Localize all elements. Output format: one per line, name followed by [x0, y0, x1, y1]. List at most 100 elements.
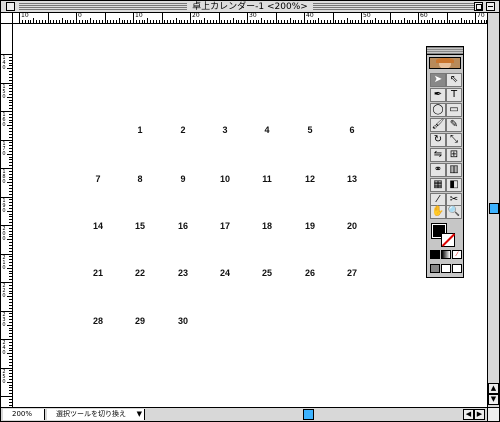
ruler-label: 1 6 0 [2, 112, 6, 128]
scroll-left-arrow-icon[interactable]: ◀ [463, 409, 474, 420]
calendar-day[interactable]: 10 [213, 174, 237, 184]
type-tool-icon[interactable]: T [446, 88, 462, 102]
full-screen-mode-icon[interactable] [452, 264, 462, 273]
ruler-minor-tick [7, 210, 12, 212]
ruler-minor-tick [7, 153, 12, 155]
calendar-day[interactable]: 14 [86, 221, 110, 231]
calendar-day[interactable]: 6 [340, 125, 364, 135]
calendar-day[interactable]: 12 [298, 174, 322, 184]
calendar-day[interactable]: 8 [128, 174, 152, 184]
vertical-scrollbar[interactable]: ▲ ▼ [487, 13, 499, 407]
horizontal-scrollbar[interactable]: 200% 選択ツールを切り換え ▼ ◀ ▶ [1, 407, 487, 421]
ruler-minor-tick [9, 102, 12, 104]
ruler-minor-tick [187, 20, 189, 23]
hand-tool-icon[interactable]: ✋ [430, 205, 446, 219]
venus-logo-icon[interactable] [429, 57, 461, 69]
zoom-tool-icon[interactable]: 🔍 [446, 205, 462, 219]
free-transform-tool-icon[interactable]: ⊞ [446, 148, 462, 162]
full-screen-menu-mode-icon[interactable] [441, 264, 451, 273]
calendar-day[interactable]: 2 [171, 125, 195, 135]
horizontal-scroll-thumb[interactable] [303, 409, 314, 420]
ruler-minor-tick [241, 20, 243, 23]
calendar-day[interactable]: 11 [255, 174, 279, 184]
ruler-minor-tick [315, 20, 317, 23]
calendar-day[interactable]: 3 [213, 125, 237, 135]
brush-tool-icon[interactable]: 🖌 [430, 118, 446, 132]
ruler-minor-tick [9, 187, 12, 189]
title-bar[interactable]: 卓上カレンダー-1 <200%> [1, 1, 499, 13]
collapse-box-icon[interactable] [486, 2, 495, 11]
calendar-day[interactable]: 24 [213, 268, 237, 278]
calendar-day[interactable]: 19 [298, 221, 322, 231]
ruler-minor-tick [295, 20, 297, 23]
graph-tool-icon[interactable]: ▥ [446, 163, 462, 177]
calendar-artboard[interactable]: 1 2 3 4 5 6 7 8 9 10 11 12 13 14 15 16 17 18 19 20 21 22 23 24 2… [14, 25, 487, 407]
tool-palette-title-bar[interactable] [427, 47, 463, 55]
calendar-day[interactable]: 25 [255, 268, 279, 278]
ruler-minor-tick [457, 20, 459, 23]
calendar-day[interactable]: 13 [340, 174, 364, 184]
selection-tool-icon[interactable]: ➤ [430, 73, 446, 87]
calendar-day[interactable]: 26 [298, 268, 322, 278]
calendar-day[interactable]: 16 [171, 221, 195, 231]
pen-tool-icon[interactable]: ✒ [430, 88, 446, 102]
zoom-level-field[interactable]: 200% [3, 409, 45, 420]
ruler-label: 20 [192, 13, 200, 19]
scroll-right-arrow-icon[interactable]: ▶ [474, 409, 485, 420]
blend-tool-icon[interactable]: ⚭ [430, 163, 446, 177]
vertical-ruler[interactable]: 1 4 0 1 5 0 1 6 0 1 7 0 1 8 0 1 9 0 2 0 0 2 1 0… [1, 24, 13, 407]
calendar-day[interactable]: 23 [171, 268, 195, 278]
calendar-day[interactable]: 15 [128, 221, 152, 231]
pencil-tool-icon[interactable]: ✎ [446, 118, 462, 132]
ruler-minor-tick [7, 68, 12, 70]
ellipse-tool-icon[interactable]: ◯ [430, 103, 446, 117]
standard-screen-mode-icon[interactable] [430, 264, 440, 273]
reflect-tool-icon[interactable]: ⇋ [430, 148, 446, 162]
ruler-minor-tick [9, 279, 12, 281]
direct-selection-tool-icon[interactable]: ⇖ [446, 73, 462, 87]
calendar-day[interactable]: 27 [340, 268, 364, 278]
ruler-minor-tick [400, 20, 402, 23]
calendar-day[interactable]: 5 [298, 125, 322, 135]
mesh-tool-icon[interactable]: ▦ [430, 178, 446, 192]
scale-tool-icon[interactable]: ⤡ [446, 133, 462, 147]
status-popup[interactable]: 選択ツールを切り換え ▼ [47, 409, 145, 420]
horizontal-ruler[interactable]: 10 0 10 20 30 40 50 60 70 [13, 13, 487, 24]
calendar-day[interactable]: 1 [128, 125, 152, 135]
ruler-minor-tick [9, 404, 12, 406]
gradient-tool-icon[interactable]: ◧ [446, 178, 462, 192]
ruler-minor-tick [238, 20, 240, 23]
document-window: 卓上カレンダー-1 <200%> 10 0 10 20 30 40 50 60 70 1 4 0… [0, 0, 500, 422]
ruler-minor-tick [9, 333, 12, 335]
ruler-minor-tick [58, 20, 60, 23]
ruler-minor-tick [9, 193, 12, 195]
calendar-day[interactable]: 7 [86, 174, 110, 184]
ruler-minor-tick [53, 20, 55, 23]
calendar-day[interactable]: 28 [86, 316, 110, 326]
calendar-day[interactable]: 4 [255, 125, 279, 135]
calendar-day[interactable]: 21 [86, 268, 110, 278]
calendar-day[interactable]: 29 [128, 316, 152, 326]
ruler-minor-tick [38, 20, 40, 23]
none-mode-icon[interactable]: ⁄ [452, 250, 462, 259]
zoom-box-icon[interactable] [474, 2, 483, 11]
ruler-origin[interactable] [1, 13, 13, 24]
color-mode-icon[interactable] [430, 250, 440, 259]
rectangle-tool-icon[interactable]: ▭ [446, 103, 462, 117]
ruler-minor-tick [9, 108, 12, 110]
stroke-color-swatch[interactable] [441, 233, 455, 247]
rotate-tool-icon[interactable]: ↻ [430, 133, 446, 147]
calendar-day[interactable]: 30 [171, 316, 195, 326]
vertical-scroll-thumb[interactable] [489, 203, 499, 214]
calendar-day[interactable]: 18 [255, 221, 279, 231]
calendar-day[interactable]: 9 [171, 174, 195, 184]
ruler-minor-tick [426, 20, 428, 23]
resize-grip-icon[interactable] [487, 407, 499, 421]
scroll-down-arrow-icon[interactable]: ▼ [488, 394, 499, 405]
calendar-day[interactable]: 20 [340, 221, 364, 231]
ruler-minor-tick [9, 376, 12, 378]
calendar-day[interactable]: 17 [213, 221, 237, 231]
gradient-mode-icon[interactable] [441, 250, 451, 259]
scroll-up-arrow-icon[interactable]: ▲ [488, 383, 499, 394]
calendar-day[interactable]: 22 [128, 268, 152, 278]
